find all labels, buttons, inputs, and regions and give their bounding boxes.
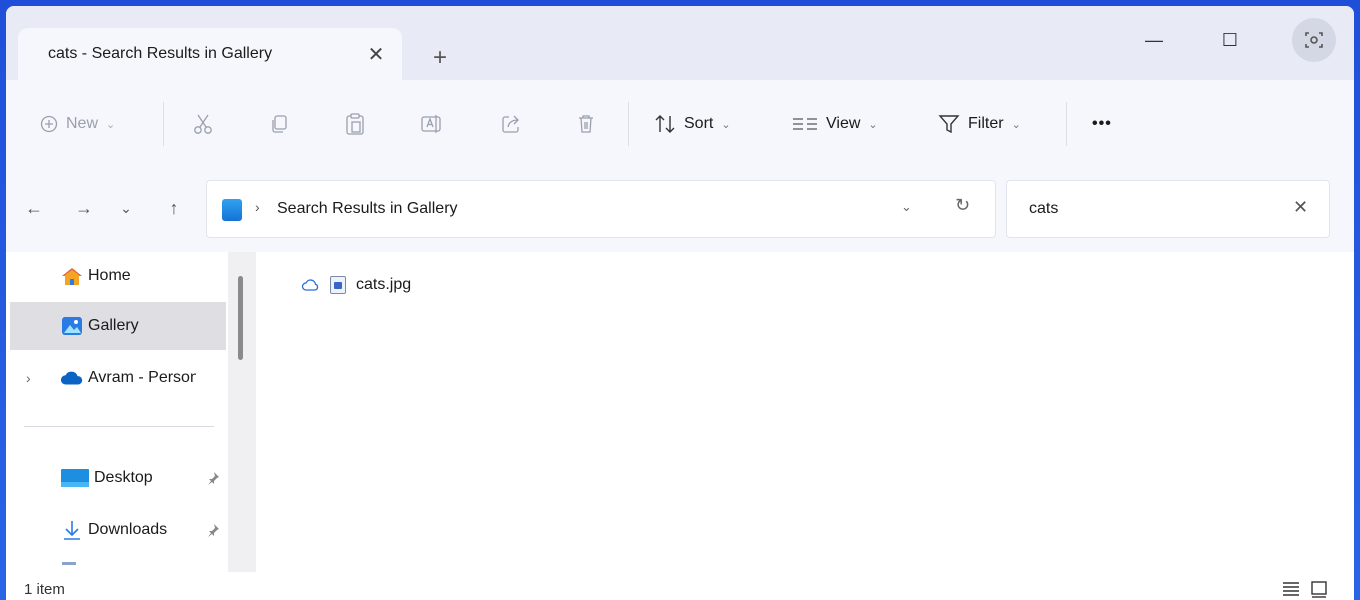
gallery-folder-icon [222, 199, 242, 221]
rename-button[interactable] [420, 108, 442, 140]
sidebar-item-label: Gallery [88, 317, 139, 334]
paste-button[interactable] [344, 108, 366, 140]
forward-button[interactable]: → [70, 194, 98, 222]
address-dropdown-button[interactable]: ⌄ [901, 199, 912, 215]
pin-icon[interactable] [206, 471, 220, 485]
large-icons-view-button[interactable] [1308, 578, 1330, 600]
chevron-down-icon: ⌄ [106, 118, 116, 131]
recent-locations-button[interactable]: ⌄ [112, 194, 140, 222]
view-button[interactable]: View ⌄ [792, 108, 878, 140]
share-button[interactable] [500, 108, 522, 140]
delete-icon [576, 113, 596, 135]
back-button[interactable]: ← [20, 194, 48, 222]
sort-label: Sort [684, 115, 714, 132]
desktop-icon [60, 468, 90, 488]
new-tab-button[interactable]: + [426, 44, 454, 72]
more-options-button[interactable]: ••• [1092, 108, 1112, 140]
clear-search-button[interactable]: ✕ [1293, 197, 1308, 218]
copy-button[interactable] [268, 108, 290, 140]
sort-button[interactable]: Sort ⌄ [654, 108, 731, 140]
file-list: cats.jpg [256, 252, 1354, 572]
pin-icon[interactable] [206, 523, 220, 537]
navigation-row: ← → ⌄ ↑ › Search Results in Gallery ⌄ ↻ … [6, 166, 1354, 252]
copy-icon [268, 113, 290, 135]
filter-button[interactable]: Filter ⌄ [938, 108, 1021, 140]
sidebar-scrollbar-thumb[interactable] [238, 276, 243, 360]
list-item[interactable]: cats.jpg [300, 270, 411, 300]
tab-title: cats - Search Results in Gallery [48, 45, 273, 62]
tab-active[interactable]: cats - Search Results in Gallery ✕ [18, 28, 402, 80]
rename-icon [420, 113, 442, 135]
sidebar-item-home[interactable]: Home [10, 252, 226, 300]
new-button[interactable]: New ⌄ [40, 108, 115, 140]
address-bar[interactable]: › Search Results in Gallery ⌄ ↻ [206, 180, 996, 238]
item-count: 1 item [24, 580, 65, 598]
tab-close-button[interactable]: ✕ [364, 42, 388, 66]
new-label: New [66, 115, 99, 132]
sidebar-item-desktop[interactable]: Desktop [10, 454, 226, 502]
sidebar-item-label: Avram - Persona [88, 369, 196, 386]
more-icon: ••• [1092, 115, 1112, 132]
chevron-down-icon: ⌄ [868, 118, 878, 131]
screen-capture-icon[interactable] [1292, 18, 1336, 62]
sidebar-item-label: Downloads [88, 521, 168, 538]
cut-icon [192, 112, 214, 136]
file-explorer-window: cats - Search Results in Gallery ✕ + — ☐… [6, 6, 1354, 600]
chevron-down-icon: ⌄ [1011, 118, 1021, 131]
maximize-button[interactable]: ☐ [1210, 22, 1250, 58]
sidebar-item-downloads[interactable]: Downloads [10, 506, 226, 554]
image-file-icon [330, 276, 346, 294]
view-icon [792, 116, 818, 132]
toolbar-divider [1066, 102, 1067, 146]
breadcrumb-separator: › [255, 199, 260, 215]
filter-label: Filter [968, 115, 1004, 132]
toolbar-divider [628, 102, 629, 146]
command-bar: New ⌄ Sort ⌄ View ⌄ Filter ⌄ ••• [6, 80, 1354, 167]
sort-icon [654, 114, 676, 134]
up-button[interactable]: ↑ [160, 194, 188, 222]
title-bar: cats - Search Results in Gallery ✕ + — ☐ [6, 6, 1354, 80]
sidebar-item-gallery[interactable]: Gallery [10, 302, 226, 350]
cut-button[interactable] [192, 108, 214, 140]
gallery-icon [60, 316, 84, 336]
filter-icon [938, 113, 960, 135]
share-icon [500, 113, 522, 135]
minimize-button[interactable]: — [1134, 22, 1174, 58]
navigation-pane: Home Gallery › Avram - Persona Desktop D… [6, 252, 228, 572]
status-bar: 1 item [6, 572, 1354, 600]
sidebar-item-onedrive[interactable]: › Avram - Persona [10, 354, 226, 402]
plus-circle-icon [40, 115, 58, 133]
expand-chevron-icon[interactable]: › [26, 370, 31, 386]
details-view-button[interactable] [1280, 578, 1302, 600]
refresh-button[interactable]: ↻ [955, 195, 970, 216]
sidebar-item-label: Home [88, 267, 131, 284]
breadcrumb[interactable]: Search Results in Gallery [277, 200, 458, 218]
toolbar-divider [163, 102, 164, 146]
chevron-down-icon: ⌄ [721, 118, 731, 131]
cloud-icon [300, 275, 320, 295]
file-name: cats.jpg [356, 276, 412, 293]
download-icon [60, 520, 84, 540]
sidebar-divider [24, 426, 214, 427]
paste-icon [344, 112, 366, 136]
search-box[interactable]: cats ✕ [1006, 180, 1330, 238]
delete-button[interactable] [576, 108, 596, 140]
onedrive-cloud-icon [60, 368, 84, 388]
home-icon [60, 266, 84, 286]
partial-sidebar-icon [62, 562, 76, 565]
view-label: View [826, 115, 861, 132]
sidebar-item-label: Desktop [94, 469, 153, 486]
search-input[interactable]: cats [1029, 200, 1058, 218]
